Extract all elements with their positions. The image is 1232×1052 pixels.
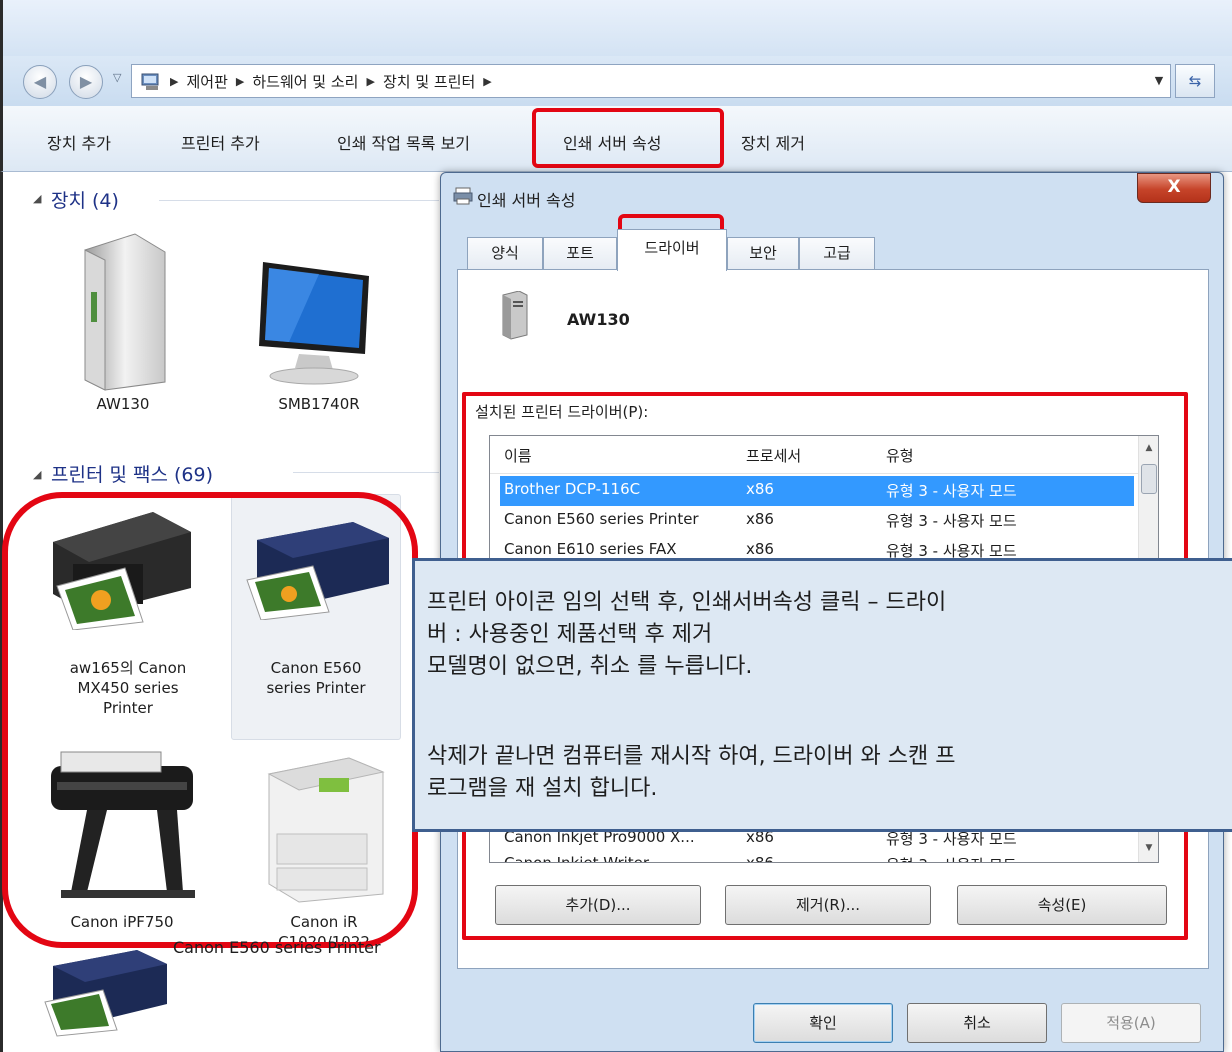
refresh-button[interactable]: ⇆ [1175, 64, 1215, 98]
tab-security[interactable]: 보안 [727, 237, 799, 269]
server-computer-icon [502, 291, 528, 340]
control-panel-icon [141, 73, 159, 90]
device-label-smb1740r: SMB1740R [278, 395, 360, 413]
refresh-icon: ⇆ [1188, 72, 1202, 90]
ok-button[interactable]: 확인 [753, 1003, 893, 1043]
collapse-printers-icon[interactable]: ◢ [33, 468, 41, 481]
aw130-computer-icon[interactable] [65, 232, 175, 392]
collapse-devices-icon[interactable]: ◢ [33, 192, 41, 205]
devices-group-header[interactable]: 장치 (4) [51, 186, 119, 213]
forward-button[interactable]: ▶ [69, 65, 103, 99]
highlight-printer-group [2, 492, 418, 948]
server-name: AW130 [567, 310, 630, 329]
apply-button[interactable]: 적용(A) [1061, 1003, 1201, 1043]
breadcrumb-devices-printers[interactable]: 장치 및 프린터 [383, 71, 475, 92]
close-button[interactable]: X [1137, 173, 1211, 203]
address-bar[interactable]: ▶ 제어판 ▶ 하드웨어 및 소리 ▶ 장치 및 프린터 ▶ [131, 64, 1171, 98]
preview-printer-icon [44, 950, 167, 1037]
address-dropdown-icon[interactable]: ▼ [1147, 64, 1171, 98]
back-button[interactable]: ◀ [23, 65, 57, 99]
callout-line: 로그램을 재 설치 합니다. [427, 776, 658, 801]
printer-icon [453, 187, 473, 205]
address-row: ◀ ▶ ▽ ▶ 제어판 ▶ 하드웨어 및 소리 ▶ 장치 및 프린터 ▶ ▼ ⇆ [0, 56, 1232, 106]
history-dropdown-icon[interactable]: ▽ [113, 71, 121, 84]
device-label-aw130: AW130 [96, 395, 150, 413]
instruction-callout: 프린터 아이콘 임의 선택 후, 인쇄서버속성 클릭 – 드라이 버 : 사용중… [412, 558, 1232, 832]
breadcrumb-hardware-sound[interactable]: 하드웨어 및 소리 [252, 71, 358, 92]
remove-device-button[interactable]: 장치 제거 [741, 130, 805, 154]
callout-line: 프린터 아이콘 임의 선택 후, 인쇄서버속성 클릭 – 드라이 [427, 590, 947, 615]
breadcrumb-separator-icon: ▶ [235, 74, 245, 88]
close-icon: X [1167, 177, 1181, 197]
tab-forms[interactable]: 양식 [467, 237, 543, 269]
back-arrow-icon: ◀ [33, 72, 47, 91]
breadcrumb-separator-icon: ▶ [170, 74, 179, 88]
breadcrumb-separator-icon[interactable]: ▶ [483, 75, 491, 88]
callout-line: 버 : 사용중인 제품선택 후 제거 [427, 622, 713, 647]
window-frame-top [0, 0, 1232, 56]
highlight-print-server-properties [532, 108, 724, 168]
smb1740r-monitor-icon[interactable] [249, 258, 379, 388]
tab-drivers[interactable]: 드라이버 [617, 229, 727, 271]
breadcrumb-separator-icon: ▶ [366, 74, 375, 88]
group-divider [293, 472, 439, 473]
callout-line: 모델명이 없으면, 취소 를 누릅니다. [427, 654, 753, 679]
group-divider [159, 200, 439, 201]
tab-ports[interactable]: 포트 [543, 237, 617, 269]
add-printer-button[interactable]: 프린터 추가 [181, 130, 260, 154]
view-print-queue-button[interactable]: 인쇄 작업 목록 보기 [337, 130, 470, 154]
forward-arrow-icon: ▶ [79, 72, 93, 91]
printers-group-header[interactable]: 프린터 및 팩스 (69) [51, 460, 213, 487]
cancel-button[interactable]: 취소 [907, 1003, 1047, 1043]
add-device-button[interactable]: 장치 추가 [47, 130, 111, 154]
tab-advanced[interactable]: 고급 [799, 237, 875, 269]
selected-printer-status: Canon E560 series Printer [173, 938, 381, 957]
callout-line: 삭제가 끝나면 컴퓨터를 재시작 하여, 드라이버 와 스캔 프 [427, 744, 956, 769]
breadcrumb-control-panel[interactable]: 제어판 [186, 71, 227, 92]
dialog-title: 인쇄 서버 속성 [477, 191, 576, 210]
